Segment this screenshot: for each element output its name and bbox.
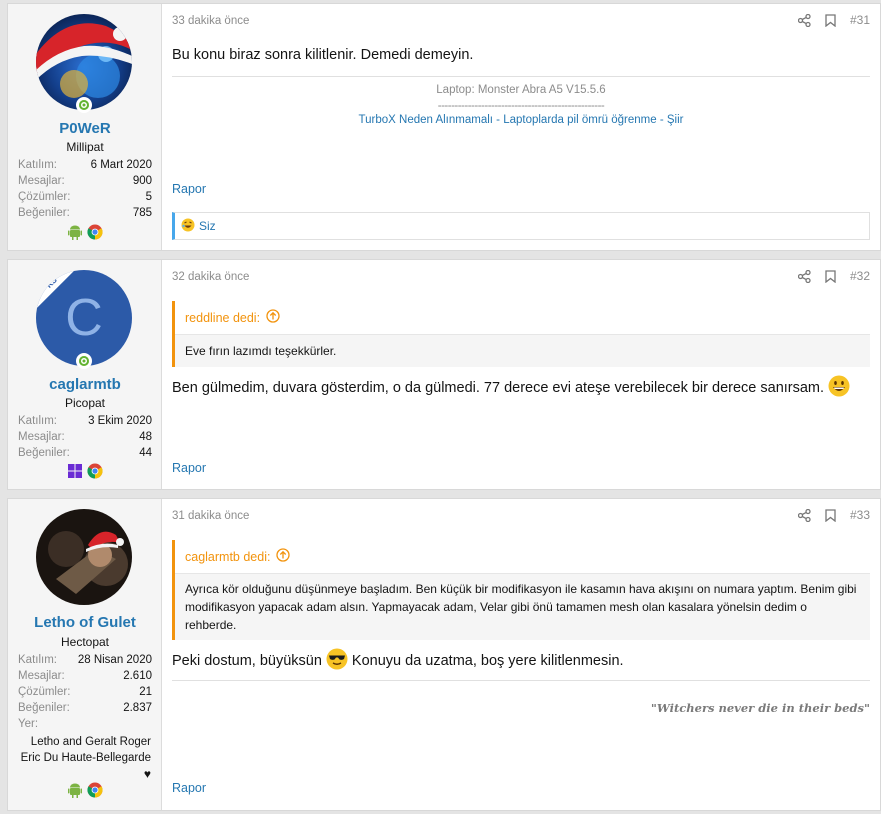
post-number[interactable]: #32 bbox=[850, 269, 870, 283]
user-panel: Letho of Gulet Hectopat Katılım: 28 Nisan… bbox=[8, 499, 162, 810]
post-body-text-2: Konuyu da uzatma, boş yere kilitlenmesin… bbox=[351, 653, 624, 669]
signature: "Witchers never die in their beds" bbox=[650, 701, 870, 715]
signature: Laptop: Monster Abra A5 V15.5.6 --------… bbox=[172, 82, 870, 128]
android-icon bbox=[67, 224, 83, 240]
user-title: Millipat bbox=[66, 140, 104, 154]
stat-likes: Beğeniler: 44 bbox=[18, 447, 152, 459]
stat-messages: Mesajlar: 900 bbox=[18, 175, 152, 187]
quote-header[interactable]: reddline dedi: bbox=[175, 301, 870, 335]
user-title: Picopat bbox=[64, 396, 106, 410]
signature-divider bbox=[172, 76, 870, 77]
stat-joined: Katılım: 3 Ekim 2020 bbox=[18, 415, 152, 427]
stat-solutions: Çözümler: 5 bbox=[18, 191, 152, 203]
signature-line: Laptop: Monster Abra A5 V15.5.6 bbox=[436, 84, 606, 96]
stat-messages: Mesajlar: 2.610 bbox=[18, 670, 152, 682]
reaction-user[interactable]: Siz bbox=[199, 219, 216, 233]
share-icon[interactable] bbox=[797, 269, 811, 283]
post-content: 32 dakika önce #32 reddline dedi: Eve fı… bbox=[162, 260, 880, 489]
chrome-icon bbox=[87, 782, 103, 798]
post-body: Peki dostum, büyüksün Konuyu da uzatma, … bbox=[172, 648, 870, 674]
quote-author[interactable]: reddline dedi: bbox=[185, 311, 260, 325]
user-title: Hectopat bbox=[60, 635, 110, 649]
post-33: Letho of Gulet Hectopat Katılım: 28 Nisan… bbox=[7, 498, 881, 811]
quote-body: Eve fırın lazımdı teşekkürler. bbox=[185, 344, 337, 358]
username[interactable]: caglarmtb bbox=[8, 376, 162, 393]
report-link[interactable]: Rapor bbox=[172, 182, 206, 196]
reactions-bar[interactable]: Siz bbox=[172, 212, 870, 240]
stat-joined: Katılım: 28 Nisan 2020 bbox=[18, 654, 152, 666]
post-content: 33 dakika önce #31 Bu konu biraz sonra k… bbox=[162, 4, 880, 250]
stat-messages: Mesajlar: 48 bbox=[18, 431, 152, 443]
post-32: C KS caglarmtb Picopat Katılım: 3 Ekim 20… bbox=[7, 259, 881, 490]
signature-links[interactable]: TurboX Neden Alınmamalı - Laptoplarda pi… bbox=[172, 112, 870, 128]
online-status-icon bbox=[76, 97, 92, 113]
bookmark-icon[interactable] bbox=[825, 13, 836, 27]
bookmark-icon[interactable] bbox=[825, 508, 836, 522]
avatar[interactable] bbox=[36, 509, 132, 605]
location-line-2: Eric Du Haute-Bellegarde bbox=[20, 752, 151, 764]
post-body-text: Ben gülmedim, duvara gösterdim, o da gül… bbox=[172, 380, 825, 396]
stat-likes: Beğeniler: 2.837 bbox=[18, 702, 152, 714]
location-line-1: Letho and Geralt Roger bbox=[30, 736, 151, 748]
grin-emoji-icon bbox=[828, 375, 850, 401]
username[interactable]: P0WeR bbox=[8, 120, 162, 137]
report-link[interactable]: Rapor bbox=[172, 781, 206, 795]
quote-block: reddline dedi: Eve fırın lazımdı teşekkü… bbox=[172, 301, 870, 367]
quote-body: Ayrıca kör olduğunu düşünmeye başladım. … bbox=[185, 582, 857, 632]
online-status-icon bbox=[76, 353, 92, 369]
post-time[interactable]: 32 dakika önce bbox=[172, 271, 249, 283]
chrome-icon bbox=[87, 463, 103, 479]
post-31: P0WeR Millipat Katılım: 6 Mart 2020 Mesaj… bbox=[7, 3, 881, 251]
jump-up-icon[interactable] bbox=[266, 309, 280, 326]
stat-solutions: Çözümler: 21 bbox=[18, 686, 152, 698]
android-icon bbox=[67, 782, 83, 798]
avatar[interactable] bbox=[36, 14, 132, 110]
post-body: Ben gülmedim, duvara gösterdim, o da gül… bbox=[172, 375, 870, 401]
post-number[interactable]: #33 bbox=[850, 508, 870, 522]
signature-divider bbox=[172, 680, 870, 681]
post-body-text-1: Peki dostum, büyüksün bbox=[172, 653, 322, 669]
stat-location: Yer: bbox=[18, 718, 39, 730]
jump-up-icon[interactable] bbox=[276, 548, 291, 565]
post-content: 31 dakika önce #33 caglarmtb dedi: Ayrıc… bbox=[162, 499, 880, 810]
post-tools: #32 bbox=[797, 269, 870, 283]
quote-author[interactable]: caglarmtb dedi: bbox=[185, 550, 270, 564]
chrome-icon bbox=[87, 224, 103, 240]
sunglasses-emoji-icon bbox=[326, 648, 348, 674]
windows-icon bbox=[67, 463, 83, 479]
post-tools: #31 bbox=[797, 13, 870, 27]
signature-dashes: ----------------------------------------… bbox=[437, 100, 605, 112]
device-icons bbox=[8, 782, 162, 798]
username[interactable]: Letho of Gulet bbox=[8, 614, 162, 631]
quote-header[interactable]: caglarmtb dedi: bbox=[175, 540, 870, 574]
location-value[interactable]: Letho and Geralt Roger Eric Du Haute-Bel… bbox=[21, 734, 151, 782]
laugh-reaction-icon bbox=[181, 218, 195, 235]
heart-icon: ♥ bbox=[143, 767, 151, 781]
device-icons bbox=[8, 463, 162, 479]
share-icon[interactable] bbox=[797, 508, 811, 522]
post-time[interactable]: 33 dakika önce bbox=[172, 15, 249, 27]
post-time[interactable]: 31 dakika önce bbox=[172, 510, 249, 522]
user-panel: C KS caglarmtb Picopat Katılım: 3 Ekim 20… bbox=[8, 260, 162, 489]
post-tools: #33 bbox=[797, 508, 870, 522]
avatar[interactable]: C KS bbox=[36, 270, 132, 366]
post-body: Bu konu biraz sonra kilitlenir. Demedi d… bbox=[172, 47, 474, 63]
bookmark-icon[interactable] bbox=[825, 269, 836, 283]
post-number[interactable]: #31 bbox=[850, 13, 870, 27]
stat-joined: Katılım: 6 Mart 2020 bbox=[18, 159, 152, 171]
quote-block: caglarmtb dedi: Ayrıca kör olduğunu düşü… bbox=[172, 540, 870, 640]
share-icon[interactable] bbox=[797, 13, 811, 27]
report-link[interactable]: Rapor bbox=[172, 461, 206, 475]
user-panel: P0WeR Millipat Katılım: 6 Mart 2020 Mesaj… bbox=[8, 4, 162, 250]
stat-likes: Beğeniler: 785 bbox=[18, 207, 152, 219]
device-icons bbox=[8, 224, 162, 240]
